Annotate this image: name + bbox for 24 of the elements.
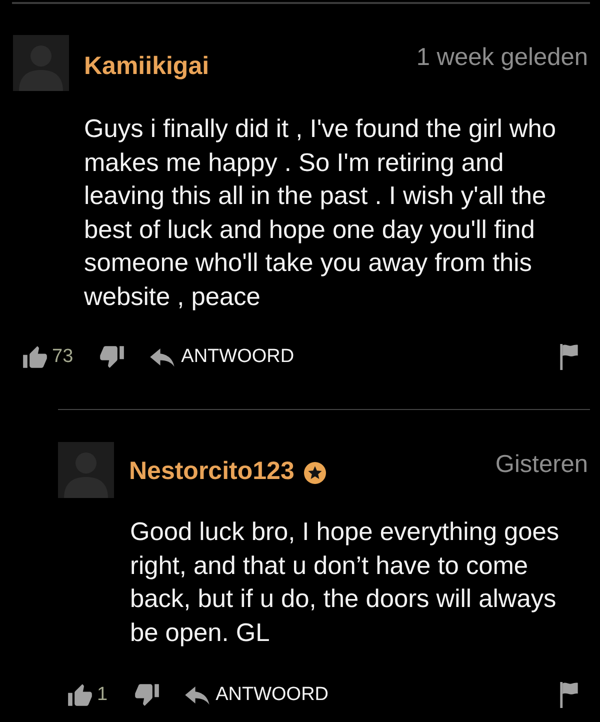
- dislike-button[interactable]: [134, 683, 160, 707]
- like-button[interactable]: 73: [22, 345, 74, 369]
- comment-text: Good luck bro, I hope everything goes right, and that u don’t have to come back, but if u do, the doors will always be open. GL: [130, 517, 560, 648]
- reply-arrow-icon: [184, 685, 210, 705]
- report-flag-button[interactable]: [560, 344, 578, 370]
- reply-arrow-icon: [149, 347, 176, 367]
- thumbs-up-icon: [67, 683, 93, 707]
- username[interactable]: Nestorcito123: [129, 457, 294, 485]
- dislike-button[interactable]: [99, 345, 126, 369]
- report-flag-button[interactable]: [560, 682, 578, 708]
- thumbs-down-icon: [99, 345, 126, 369]
- username[interactable]: Kamiikigai: [84, 52, 210, 80]
- like-button[interactable]: 1: [67, 683, 108, 707]
- reply-button[interactable]: ANTWOORD: [184, 684, 329, 706]
- reply-button[interactable]: ANTWOORD: [149, 346, 294, 368]
- timestamp: 1 week geleden: [416, 44, 589, 72]
- thumbs-up-icon: [22, 345, 48, 369]
- avatar-icon: [58, 442, 114, 498]
- comment-text: Guys i finally did it , I've found the girl who makes me happy . So I'm retiring and leaving this all in the past . I wish y'all the best of luck and hope one day you'll find someone who'll take you away from this website , peace: [84, 114, 557, 312]
- flag-icon: [560, 682, 578, 708]
- flag-icon: [560, 344, 578, 370]
- avatar-icon: [13, 35, 69, 91]
- thumbs-down-icon: [134, 683, 160, 707]
- timestamp: Gisteren: [495, 451, 589, 479]
